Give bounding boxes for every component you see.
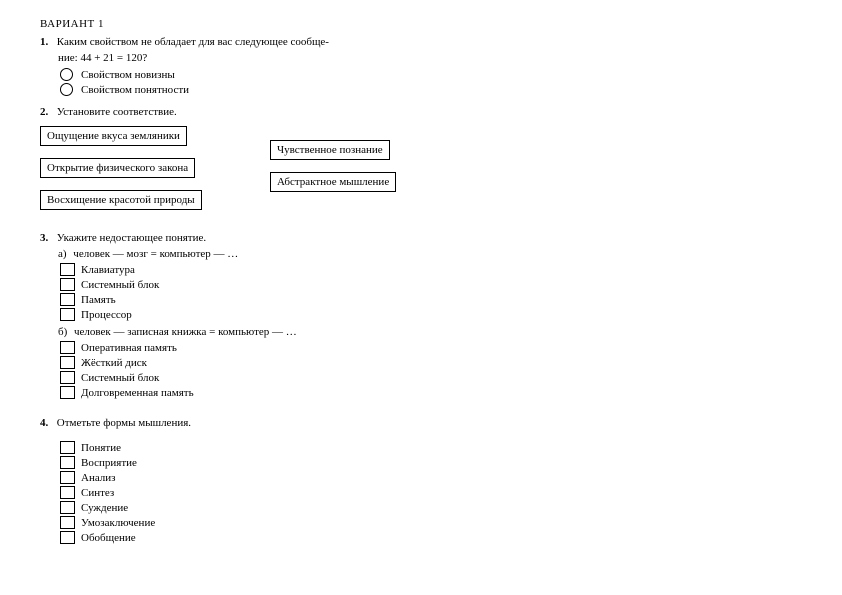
q4-option-3[interactable]: Анализ (60, 471, 842, 484)
q4-option-6-label: Умозаключение (81, 517, 155, 529)
q3a-option-2[interactable]: Системный блок (60, 278, 842, 291)
radio-icon (60, 68, 73, 81)
q3b-option-3[interactable]: Системный блок (60, 371, 842, 384)
q3-sub-b-label: б) (58, 326, 67, 338)
checkbox-icon (60, 501, 75, 514)
checkbox-icon (60, 516, 75, 529)
match-right-1[interactable]: Чувственное познание (270, 140, 390, 160)
q2-text: Установите соответствие. (57, 106, 177, 118)
match-left-1[interactable]: Ощущение вкуса земляники (40, 126, 187, 146)
q3-number: 3. (40, 232, 54, 244)
q4-text: Отметьте формы мышления. (57, 417, 191, 429)
checkbox-icon (60, 371, 75, 384)
checkbox-icon (60, 486, 75, 499)
q3a-option-1[interactable]: Клавиатура (60, 263, 842, 276)
q3a-option-2-label: Системный блок (81, 279, 159, 291)
page-content: ВАРИАНТ 1 1. Каким свойством не обладает… (0, 0, 842, 544)
q3-text: Укажите недостающее понятие. (57, 232, 206, 244)
question-4: 4. Отметьте формы мышления. Понятие Восп… (40, 417, 842, 544)
checkbox-icon (60, 356, 75, 369)
checkbox-icon (60, 441, 75, 454)
q3-sub-b-text: человек — записная книжка = компьютер — … (74, 326, 297, 338)
variant-title: ВАРИАНТ 1 (40, 18, 842, 30)
q3-sub-a-label: а) (58, 248, 67, 260)
match-right-2[interactable]: Абстрактное мышление (270, 172, 396, 192)
q3b-option-4-label: Долговременная память (81, 387, 194, 399)
q4-option-2-label: Восприятие (81, 457, 137, 469)
q1-option-2-label: Свойством понятности (81, 84, 189, 96)
q4-option-3-label: Анализ (81, 472, 116, 484)
q4-number: 4. (40, 417, 54, 429)
checkbox-icon (60, 531, 75, 544)
question-1: 1. Каким свойством не обладает для вас с… (40, 36, 842, 96)
q3b-option-2[interactable]: Жёсткий диск (60, 356, 842, 369)
radio-icon (60, 83, 73, 96)
q4-option-7-label: Обобщение (81, 532, 136, 544)
checkbox-icon (60, 456, 75, 469)
q3a-option-4[interactable]: Процессор (60, 308, 842, 321)
question-3: 3. Укажите недостающее понятие. а) челов… (40, 232, 842, 399)
checkbox-icon (60, 293, 75, 306)
q1-option-1[interactable]: Свойством новизны (60, 68, 842, 81)
q3b-option-1[interactable]: Оперативная память (60, 341, 842, 354)
q4-option-7[interactable]: Обобщение (60, 531, 842, 544)
q3-sub-a-text: человек — мозг = компьютер — … (73, 248, 238, 260)
q3a-option-3[interactable]: Память (60, 293, 842, 306)
q3b-option-2-label: Жёсткий диск (81, 357, 147, 369)
checkbox-icon (60, 278, 75, 291)
q1-number: 1. (40, 36, 54, 48)
checkbox-icon (60, 308, 75, 321)
checkbox-icon (60, 386, 75, 399)
q4-option-5-label: Суждение (81, 502, 128, 514)
q4-option-4[interactable]: Синтез (60, 486, 842, 499)
match-left-3[interactable]: Восхищение красотой природы (40, 190, 202, 210)
q4-option-1[interactable]: Понятие (60, 441, 842, 454)
q3b-option-1-label: Оперативная память (81, 342, 177, 354)
question-2: 2. Установите соответствие. Ощущение вку… (40, 106, 842, 222)
q3a-option-3-label: Память (81, 294, 116, 306)
q1-text-line2: ние: 44 + 21 = 120? (58, 52, 147, 64)
q2-number: 2. (40, 106, 54, 118)
checkbox-icon (60, 471, 75, 484)
q1-option-1-label: Свойством новизны (81, 69, 175, 81)
match-container: Ощущение вкуса земляники Открытие физиче… (40, 126, 842, 222)
q3b-option-4[interactable]: Долговременная память (60, 386, 842, 399)
q4-option-2[interactable]: Восприятие (60, 456, 842, 469)
checkbox-icon (60, 341, 75, 354)
q4-option-1-label: Понятие (81, 442, 121, 454)
q4-option-4-label: Синтез (81, 487, 114, 499)
q1-text-line1: Каким свойством не обладает для вас след… (57, 36, 329, 48)
q3b-option-3-label: Системный блок (81, 372, 159, 384)
q1-option-2[interactable]: Свойством понятности (60, 83, 842, 96)
q3a-option-4-label: Процессор (81, 309, 132, 321)
q4-option-5[interactable]: Суждение (60, 501, 842, 514)
checkbox-icon (60, 263, 75, 276)
match-left-2[interactable]: Открытие физического закона (40, 158, 195, 178)
q3a-option-1-label: Клавиатура (81, 264, 135, 276)
q4-option-6[interactable]: Умозаключение (60, 516, 842, 529)
